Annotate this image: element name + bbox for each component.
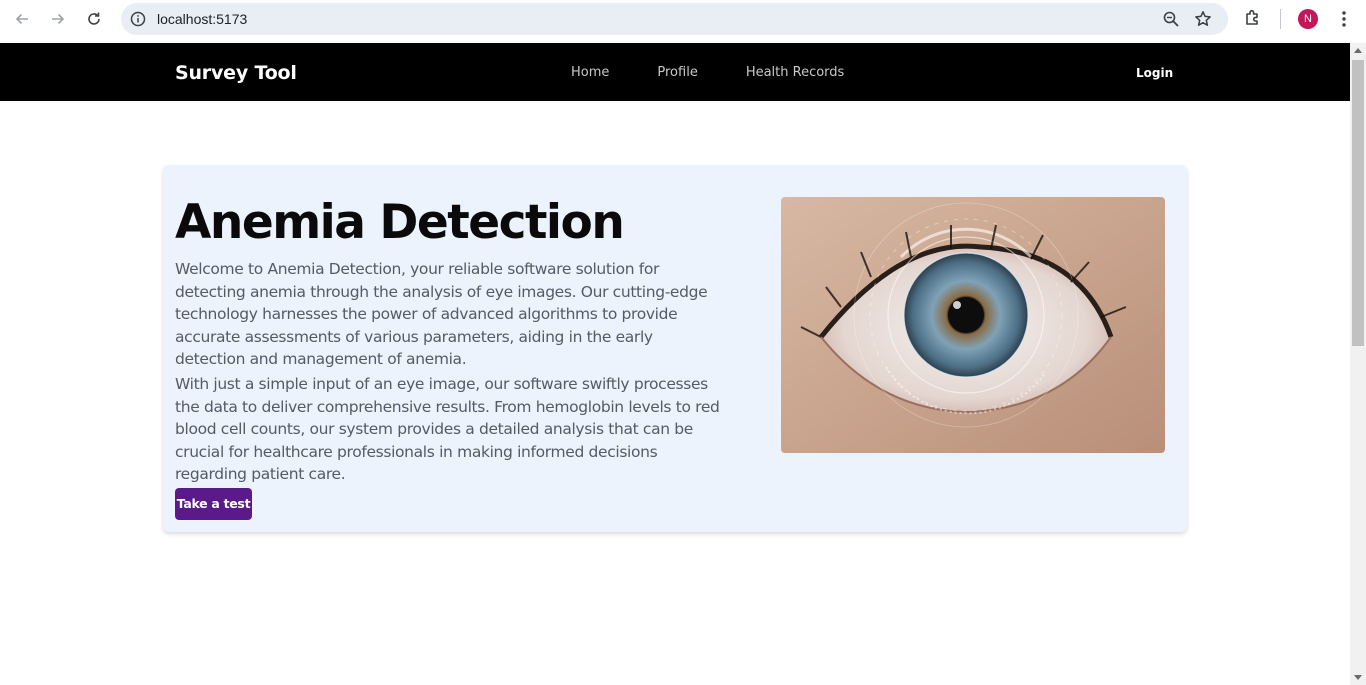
profile-avatar[interactable]: N [1298, 9, 1318, 29]
brand-title[interactable]: Survey Tool [175, 62, 297, 84]
browser-toolbar: localhost:5173 N [0, 0, 1366, 43]
scroll-up-arrow-icon[interactable] [1354, 48, 1362, 53]
zoom-icon[interactable] [1162, 10, 1180, 33]
extensions-puzzle-icon[interactable] [1243, 8, 1263, 33]
back-icon[interactable] [10, 8, 34, 30]
nav-link-home[interactable]: Home [571, 65, 609, 80]
hero-title: Anemia Detection [175, 195, 625, 250]
top-navbar: Survey Tool Home Profile Health Records … [0, 43, 1350, 101]
page-scrollbar[interactable] [1350, 43, 1366, 685]
toolbar-divider [1280, 9, 1281, 29]
scrollbar-thumb[interactable] [1352, 60, 1364, 346]
nav-links: Home Profile Health Records [571, 65, 892, 80]
nav-link-health-records[interactable]: Health Records [746, 65, 845, 80]
site-info-icon[interactable] [130, 11, 146, 27]
hero-paragraph-intro: Welcome to Anemia Detection, your reliab… [175, 260, 708, 368]
forward-icon[interactable] [46, 8, 70, 30]
login-link[interactable]: Login [1136, 66, 1173, 80]
reload-icon[interactable] [82, 8, 106, 30]
nav-link-profile[interactable]: Profile [657, 65, 697, 80]
bookmark-star-icon[interactable] [1194, 10, 1212, 33]
kebab-menu-icon[interactable] [1334, 9, 1354, 29]
hero-card: Anemia Detection Welcome to Anemia Detec… [163, 165, 1187, 532]
url-text[interactable]: localhost:5173 [157, 11, 247, 27]
hero-paragraph-details: With just a simple input of an eye image… [175, 375, 720, 483]
eye-scan-image [781, 197, 1165, 453]
take-a-test-button[interactable]: Take a test [175, 488, 252, 520]
page-viewport: Survey Tool Home Profile Health Records … [0, 43, 1350, 685]
scroll-down-arrow-icon[interactable] [1354, 675, 1362, 680]
address-bar[interactable]: localhost:5173 [121, 3, 1228, 35]
